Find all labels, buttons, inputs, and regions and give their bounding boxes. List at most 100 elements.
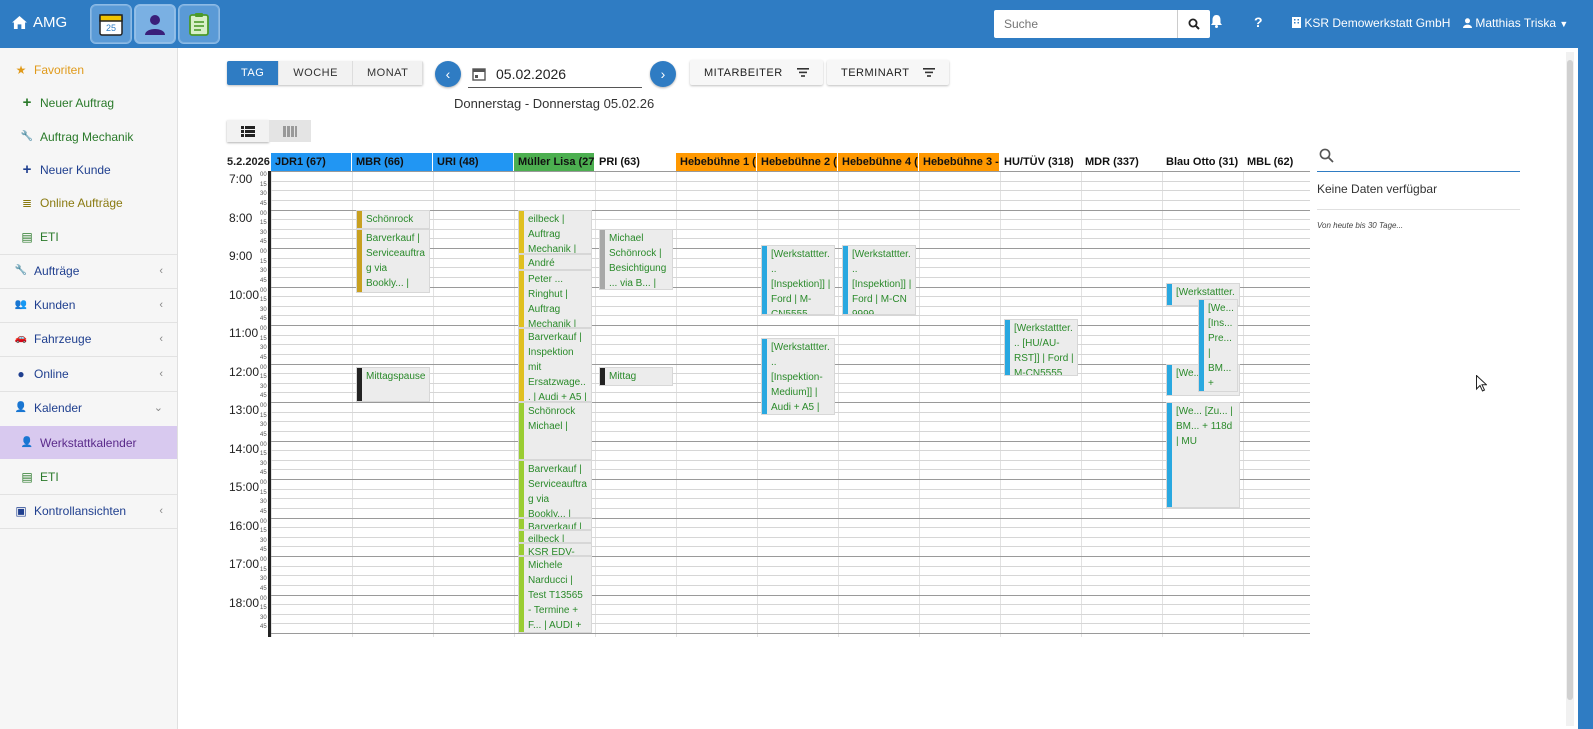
calendar-event[interactable]: [Werkstattter... [Inspektion-Medium]] | … (761, 337, 835, 415)
view-day-button[interactable]: TAG (227, 61, 280, 85)
prev-day-button[interactable]: ‹ (435, 61, 461, 87)
page-scrollbar[interactable] (1566, 52, 1574, 726)
event-text: Michael Schönrock | Besichtigung... via … (609, 232, 667, 289)
minute-label: 00 (260, 210, 267, 217)
calendar-event[interactable]: Barverkauf | Inspektion mit Ersatzwage..… (518, 328, 592, 402)
calendar-event[interactable]: Barverkauf | Serviceauftrag via Bookly..… (518, 459, 592, 518)
column-header[interactable]: Blau Otto (31) (1162, 153, 1243, 171)
calendar-grid[interactable]: 7:00 00 15 30 45 8:00 00 15 30 45 9:00 00 15 30 45 10:0… (227, 171, 1310, 637)
column-header[interactable]: Hebebühne 4 (... (838, 153, 919, 171)
calendar-event[interactable]: [We... [Ins... Pre... | BM... + 118d (1198, 299, 1238, 393)
event-color-stripe (600, 229, 605, 289)
layout-toggle (227, 120, 311, 142)
sidebar-item-aufträge[interactable]: 🔧 Aufträge ‹ (0, 254, 177, 287)
side-search[interactable] (1317, 144, 1520, 172)
column-header[interactable]: HU/TÜV (318) (1000, 153, 1081, 171)
column-header[interactable]: Müller Lisa (27) (514, 153, 595, 171)
hour-label: 8:00 (229, 210, 253, 225)
time-slot-line (271, 556, 1310, 557)
calendar-event[interactable]: eilbeck | (518, 530, 592, 544)
eti-icon: ▤ (21, 469, 33, 484)
hour-label: 16:00 (229, 518, 260, 533)
calendar-event[interactable]: [Werkstattter... [HU/AU-RST]] | Ford | M… (1004, 318, 1078, 377)
calendar-event[interactable]: Michael Schönrock | Besichtigung... via … (599, 228, 673, 290)
column-header[interactable]: Hebebühne 1 (... (676, 153, 757, 171)
event-color-stripe (519, 329, 524, 401)
time-slot-line (271, 325, 1310, 326)
column-header[interactable]: PRI (63) (595, 153, 676, 171)
bell-icon[interactable] (1210, 14, 1223, 31)
column-header[interactable]: JDR1 (67) (271, 153, 352, 171)
column-header[interactable]: URI (48) (433, 153, 514, 171)
calendar-event[interactable]: Schönrock Michael | (518, 402, 592, 460)
hour-label: 7:00 (229, 172, 253, 186)
sidebar-item-online[interactable]: ● Online ‹ (0, 357, 177, 390)
calendar-event[interactable]: Michele Narducci | Test T13565 - Termine… (518, 556, 592, 633)
time-slot-line (271, 536, 1310, 538)
user-name: Matthias Triska (1475, 16, 1557, 30)
sidebar-item-kalender[interactable]: 👤 Kalender ⌄ (0, 391, 177, 424)
sidebar-item-online-aufträge[interactable]: ≣ Online Aufträge (0, 186, 177, 219)
sidebar-item-fahrzeuge[interactable]: 🚗 Fahrzeuge ‹ (0, 322, 177, 355)
chevron-left-icon: ‹ (159, 298, 163, 311)
column-view-button[interactable] (269, 120, 311, 142)
column-divider (676, 171, 677, 637)
list-view-button[interactable] (227, 120, 269, 142)
scrollbar-thumb[interactable] (1567, 60, 1573, 700)
sidebar-item-kontrollansichten[interactable]: ▣ Kontrollansichten ‹ (0, 494, 177, 527)
calendar-event[interactable]: Barverkauf | (518, 517, 592, 531)
sidebar-item-eti[interactable]: ▤ ETI (0, 220, 177, 253)
calendar-event[interactable]: Barverkauf | Serviceauftrag via Bookly..… (356, 228, 430, 293)
column-header[interactable]: MDR (337) (1081, 153, 1162, 171)
event-text: [Werkstattter... [Inspektion-Medium]] | … (771, 341, 830, 413)
filter-type-button[interactable]: TERMINART (827, 60, 950, 85)
checklist-app-button[interactable] (178, 4, 220, 44)
column-header[interactable]: Hebebühne 3 -... (919, 153, 1000, 171)
view-month-button[interactable]: MONAT (352, 61, 424, 85)
user-menu[interactable]: Matthias Triska ▼ (1463, 16, 1568, 30)
sidebar-item-kunden[interactable]: 👥 Kunden ‹ (0, 288, 177, 321)
sidebar-item-eti[interactable]: ▤ ETI (0, 460, 177, 493)
search-input[interactable] (1002, 10, 1176, 38)
sidebar-item-auftrag-mechanik[interactable]: 🔧 Auftrag Mechanik (0, 120, 177, 153)
column-header[interactable]: Hebebühne 2 (... (757, 153, 838, 171)
calendar-app-button[interactable]: 25 (90, 4, 132, 44)
chevron-left-icon: ‹ (445, 66, 451, 82)
hour-label: 11:00 (229, 326, 259, 340)
sidebar-item-label: ETI (40, 229, 59, 244)
calendar-event[interactable]: Peter ... Ringhut | Auftrag Mechanik | (518, 270, 592, 329)
column-divider (595, 171, 596, 637)
column-header[interactable]: MBR (66) (352, 153, 433, 171)
sidebar-item-neuer-auftrag[interactable]: + Neuer Auftrag (0, 86, 177, 119)
column-header[interactable]: MBL (62) (1243, 153, 1324, 171)
minute-label: 00 (260, 364, 267, 371)
day-range-label: Donnerstag - Donnerstag 05.02.26 (454, 96, 655, 111)
minute-label: 30 (260, 268, 267, 275)
search-icon (1188, 18, 1200, 30)
view-week-button[interactable]: WOCHE (279, 61, 353, 85)
help-icon[interactable]: ? (1254, 14, 1263, 30)
calendar-event[interactable]: [We... [Zu... | BM... + 118d | MU (1166, 402, 1240, 508)
event-text: [Werkstattter... [Inspektion]] | Ford | … (852, 248, 912, 316)
calendar-event[interactable]: [Werkstattter... [Inspektion]] | Ford | … (842, 244, 916, 316)
company-menu[interactable]: KSR Demowerkstatt GmbH (1292, 16, 1450, 30)
time-slot-line (271, 479, 1310, 480)
calendar-event[interactable]: Mittagspause (356, 366, 430, 402)
minute-label: 30 (260, 191, 267, 198)
sidebar-item-neuer-kunde[interactable]: + Neuer Kunde (0, 153, 177, 186)
date-picker[interactable]: 05.02.2026 (468, 61, 642, 88)
filter-staff-button[interactable]: MITARBEITER (690, 60, 823, 85)
sidebar-item-werkstattkalender[interactable]: 👤 Werkstattkalender (0, 426, 177, 459)
calendar-event[interactable]: Mittag (599, 366, 673, 386)
plus-icon: + (22, 94, 32, 111)
calendar-event[interactable]: André Pietsch | Auftrag Mechanik (518, 254, 592, 271)
calendar-event[interactable]: eilbeck | Auftrag Mechanik | BMW | 118d (518, 209, 592, 255)
app-brand[interactable]: AMG (12, 14, 67, 31)
person-app-button[interactable] (134, 4, 176, 44)
sidebar-item-favoriten[interactable]: ★ Favoriten (0, 53, 177, 86)
calendar-event[interactable]: KSR EDV- (518, 543, 592, 556)
search-button[interactable] (1177, 10, 1210, 38)
calendar-event[interactable]: [Werkstattter... [Inspektion]] | Ford | … (761, 244, 835, 316)
next-day-button[interactable]: › (650, 61, 676, 87)
calendar-event[interactable]: Schönrock Michael (356, 209, 430, 229)
